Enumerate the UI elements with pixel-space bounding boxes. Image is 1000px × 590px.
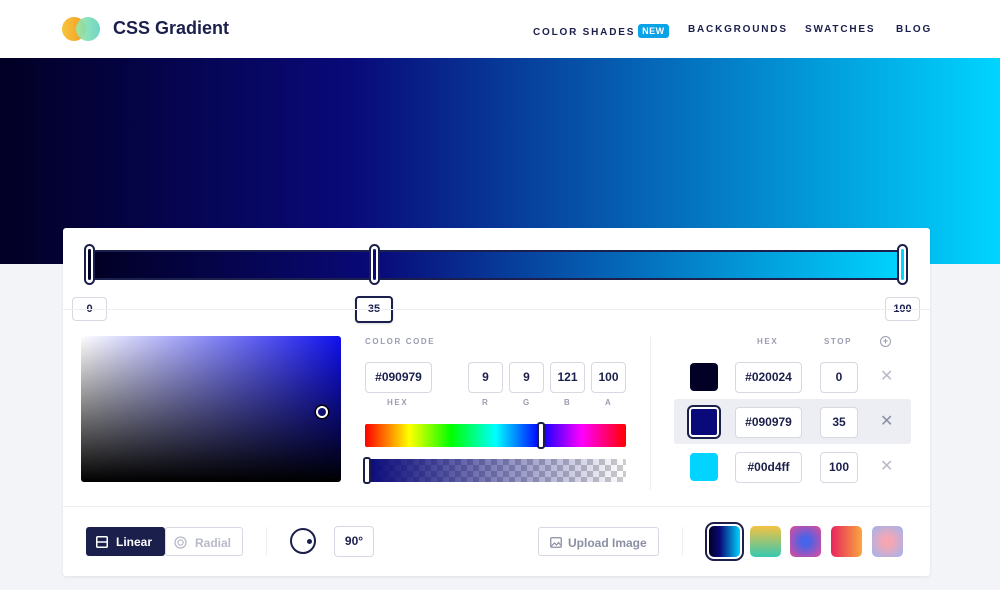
stop-handle-35[interactable] bbox=[369, 244, 380, 285]
nav-blog[interactable]: BLOG bbox=[896, 24, 932, 35]
radial-label: Radial bbox=[195, 536, 232, 550]
green-input[interactable]: 9 bbox=[509, 362, 544, 393]
blue-input[interactable]: 121 bbox=[550, 362, 585, 393]
image-icon bbox=[550, 537, 562, 548]
stop-color-swatch[interactable] bbox=[690, 363, 718, 391]
stop-column-header: STOP bbox=[824, 337, 853, 346]
stop-handle-100[interactable] bbox=[897, 244, 908, 285]
r-label: R bbox=[482, 398, 490, 407]
hue-slider-handle[interactable] bbox=[536, 422, 545, 449]
nav-swatches[interactable]: SWATCHES bbox=[805, 24, 875, 35]
divider bbox=[650, 337, 651, 490]
hex-column-header: HEX bbox=[757, 337, 779, 346]
hue-slider[interactable] bbox=[365, 424, 626, 447]
preset-gradient-yellow-teal[interactable] bbox=[750, 526, 781, 557]
radial-button[interactable]: Radial bbox=[165, 527, 243, 556]
alpha-slider-handle[interactable] bbox=[363, 457, 371, 484]
brand-name[interactable]: CSS Gradient bbox=[113, 18, 229, 39]
logo-icon[interactable] bbox=[62, 17, 104, 41]
angle-dial-icon[interactable] bbox=[290, 528, 316, 554]
divider bbox=[63, 309, 930, 310]
nav-backgrounds[interactable]: BACKGROUNDS bbox=[688, 24, 788, 35]
stop-hex-input[interactable]: #00d4ff bbox=[735, 452, 802, 483]
preset-gradient-pink-purple[interactable] bbox=[872, 526, 903, 557]
stop-handle-0[interactable] bbox=[84, 244, 95, 285]
stop-hex-input[interactable]: #090979 bbox=[735, 407, 802, 438]
saturation-brightness-picker[interactable] bbox=[81, 336, 341, 482]
top-navigation-bar: CSS Gradient COLOR SHADES NEW BACKGROUNDS… bbox=[0, 0, 1000, 58]
nav-color-shades[interactable]: COLOR SHADES NEW bbox=[533, 24, 669, 38]
alpha-input[interactable]: 100 bbox=[591, 362, 626, 393]
alpha-slider[interactable] bbox=[365, 459, 626, 482]
divider bbox=[63, 506, 930, 507]
nav-color-shades-label: COLOR SHADES bbox=[533, 27, 636, 38]
hex-label: HEX bbox=[387, 398, 409, 407]
stop-value-input[interactable]: 0 bbox=[820, 362, 858, 393]
red-input[interactable]: 9 bbox=[468, 362, 503, 393]
angle-input[interactable]: 90° bbox=[334, 526, 374, 557]
stop-value-input[interactable]: 35 bbox=[820, 407, 858, 438]
preset-gradient-blue-pink[interactable] bbox=[790, 526, 821, 557]
b-label: B bbox=[564, 398, 572, 407]
stop-color-swatch[interactable] bbox=[689, 407, 719, 437]
plus-circle-icon[interactable]: + bbox=[880, 336, 891, 347]
close-icon[interactable]: ✕ bbox=[880, 414, 893, 430]
hex-input[interactable]: #090979 bbox=[365, 362, 432, 393]
preset-gradient-dark-blue-cyan[interactable] bbox=[709, 526, 740, 557]
color-code-label: COLOR CODE bbox=[365, 337, 436, 346]
linear-button[interactable]: Linear bbox=[86, 527, 165, 556]
gradient-stop-bar[interactable] bbox=[90, 250, 903, 280]
stop-hex-input[interactable]: #020024 bbox=[735, 362, 802, 393]
new-badge: NEW bbox=[638, 24, 669, 38]
linear-icon bbox=[96, 536, 108, 548]
a-label: A bbox=[605, 398, 613, 407]
stop-value-input[interactable]: 100 bbox=[820, 452, 858, 483]
divider bbox=[266, 527, 267, 556]
preset-gradient-red-orange[interactable] bbox=[831, 526, 862, 557]
divider bbox=[682, 527, 683, 556]
g-label: G bbox=[523, 398, 531, 407]
close-icon[interactable]: ✕ bbox=[880, 459, 893, 475]
radial-icon bbox=[174, 536, 187, 549]
close-icon[interactable]: ✕ bbox=[880, 369, 893, 385]
stop-color-swatch[interactable] bbox=[690, 453, 718, 481]
picker-cursor[interactable] bbox=[316, 406, 328, 418]
upload-image-label: Upload Image bbox=[568, 536, 647, 550]
upload-image-button[interactable]: Upload Image bbox=[538, 527, 659, 556]
linear-label: Linear bbox=[116, 535, 153, 549]
